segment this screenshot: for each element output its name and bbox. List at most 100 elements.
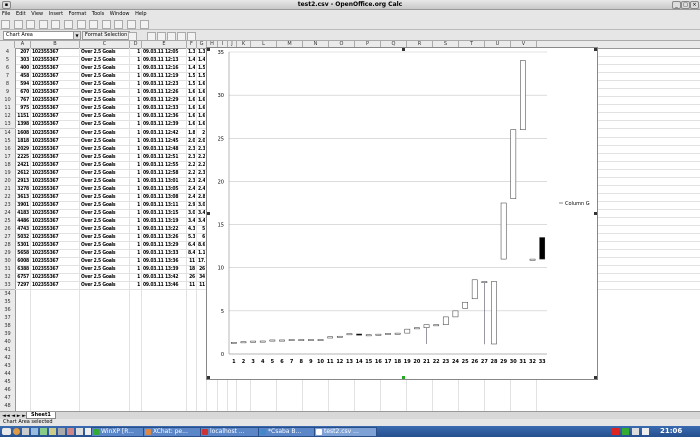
cell[interactable]: 1 <box>131 153 140 161</box>
cell[interactable]: 1 <box>131 185 140 193</box>
cell[interactable]: 1.68 <box>198 120 205 128</box>
cell[interactable]: 5301 <box>16 241 29 249</box>
cell[interactable]: 2.02 <box>188 137 195 145</box>
cell[interactable]: 102355367 <box>32 169 78 177</box>
cell[interactable]: Over 2.5 Goals <box>81 209 128 217</box>
column-header-d[interactable]: D <box>130 41 142 48</box>
print-icon[interactable] <box>63 20 73 29</box>
tray-icon-2[interactable] <box>622 428 629 435</box>
cell[interactable]: 09.03.11 13:33 <box>143 249 185 257</box>
cell[interactable]: 1 <box>131 209 140 217</box>
tab-sheet1[interactable]: Sheet1 <box>26 412 56 419</box>
cell[interactable]: Over 2.5 Goals <box>81 273 128 281</box>
cell[interactable]: 09.03.11 12:05 <box>143 48 185 56</box>
cell[interactable]: Over 2.5 Goals <box>81 241 128 249</box>
cell[interactable]: 102355367 <box>32 161 78 169</box>
column-header-f[interactable]: F <box>187 41 197 48</box>
cell[interactable]: 2 <box>198 129 205 137</box>
cell[interactable]: 400 <box>16 64 29 72</box>
cell[interactable]: Over 2.5 Goals <box>81 72 128 80</box>
cell[interactable]: 1 <box>131 225 140 233</box>
cell[interactable]: 303 <box>16 56 29 64</box>
cell[interactable]: 3.4 <box>198 217 205 225</box>
cell[interactable]: 1.5 <box>198 72 205 80</box>
cell[interactable]: Over 2.5 Goals <box>81 145 128 153</box>
cell[interactable]: 2.06 <box>198 137 205 145</box>
cell[interactable]: Over 2.5 Goals <box>81 80 128 88</box>
copy-icon[interactable] <box>89 20 99 29</box>
cell[interactable]: 975 <box>16 104 29 112</box>
column-header-e[interactable]: E <box>142 41 187 48</box>
cell[interactable]: 1 <box>131 137 140 145</box>
files-icon[interactable] <box>31 428 38 435</box>
app-icon[interactable] <box>40 428 47 435</box>
cell[interactable]: 102355367 <box>32 112 78 120</box>
cell[interactable]: 26 <box>188 273 195 281</box>
cell[interactable]: 767 <box>16 96 29 104</box>
chart-type-icon[interactable] <box>128 32 137 41</box>
cell[interactable]: 3.05 <box>198 201 205 209</box>
cell[interactable]: 102355367 <box>32 249 78 257</box>
cell[interactable]: Over 2.5 Goals <box>81 169 128 177</box>
cell[interactable]: 1 <box>131 120 140 128</box>
cell[interactable]: 2.24 <box>188 169 195 177</box>
cell[interactable]: 8.6 <box>198 241 205 249</box>
cell[interactable]: 09.03.11 12:13 <box>143 56 185 64</box>
cell[interactable]: 1 <box>131 64 140 72</box>
cell[interactable]: 1 <box>131 145 140 153</box>
chart-area[interactable]: 0 5 10 15 20 25 30 35 1 2 3 4 5 6 7 8 9 10 11 12 13 14 15 16 17 1… <box>206 47 598 380</box>
cell[interactable]: 102355367 <box>32 273 78 281</box>
cell[interactable]: 09.03.11 12:55 <box>143 161 185 169</box>
cell[interactable]: Over 2.5 Goals <box>81 177 128 185</box>
menu-tools[interactable]: Tools <box>90 10 106 18</box>
cell[interactable]: 3278 <box>16 185 29 193</box>
cell[interactable]: 09.03.11 12:19 <box>143 72 185 80</box>
cell[interactable]: 1 <box>131 56 140 64</box>
cell[interactable]: 09.03.11 12:23 <box>143 80 185 88</box>
cell[interactable]: 3901 <box>16 201 29 209</box>
cell[interactable]: 594 <box>16 80 29 88</box>
cell[interactable]: Over 2.5 Goals <box>81 233 128 241</box>
cell[interactable]: Over 2.5 Goals <box>81 112 128 120</box>
cell[interactable]: 1.63 <box>198 88 205 96</box>
cell[interactable]: Over 2.5 Goals <box>81 281 128 289</box>
cell[interactable]: 102355367 <box>32 64 78 72</box>
cell[interactable]: 1 <box>131 169 140 177</box>
cell[interactable]: 1.43 <box>188 56 195 64</box>
cell[interactable]: 2.4 <box>198 177 205 185</box>
task-test2-csv[interactable]: test2.csv ... <box>314 427 377 437</box>
cell[interactable]: 17.5 <box>198 257 205 265</box>
cell[interactable]: 11 <box>188 281 195 289</box>
cell[interactable]: 09.03.11 13:05 <box>143 185 185 193</box>
cell[interactable]: 2029 <box>16 145 29 153</box>
cell[interactable]: 6 <box>198 233 205 241</box>
cell[interactable]: 102355367 <box>32 201 78 209</box>
cell[interactable]: 1 <box>131 88 140 96</box>
select-all-corner[interactable] <box>0 41 15 48</box>
cell[interactable]: Over 2.5 Goals <box>81 201 128 209</box>
cell[interactable]: 2.92 <box>188 201 195 209</box>
cell[interactable]: 09.03.11 12:33 <box>143 104 185 112</box>
cell[interactable]: 102355367 <box>32 193 78 201</box>
cell[interactable]: 102355367 <box>32 145 78 153</box>
menu-insert[interactable]: Insert <box>47 10 65 18</box>
app2-icon[interactable] <box>49 428 56 435</box>
cell[interactable]: 458 <box>16 72 29 80</box>
cell[interactable]: Over 2.5 Goals <box>81 193 128 201</box>
chart-icon[interactable] <box>139 20 149 29</box>
cell[interactable]: Over 2.5 Goals <box>81 225 128 233</box>
chart-grid-icon[interactable] <box>147 32 156 41</box>
cell[interactable]: 2.42 <box>188 193 195 201</box>
cell[interactable]: 102355367 <box>32 56 78 64</box>
column-header-b[interactable]: B <box>31 41 80 48</box>
cell[interactable]: 1 <box>131 281 140 289</box>
chart-data-table-icon[interactable] <box>187 32 196 41</box>
minimize-icon[interactable]: _ <box>672 1 681 9</box>
cell[interactable]: 2.32 <box>188 153 195 161</box>
cell[interactable]: 1 <box>131 129 140 137</box>
cell[interactable]: 1 <box>131 161 140 169</box>
app3-icon[interactable] <box>58 428 65 435</box>
volume-icon[interactable] <box>642 428 649 435</box>
cell[interactable]: 4183 <box>16 209 29 217</box>
cell[interactable]: Over 2.5 Goals <box>81 217 128 225</box>
